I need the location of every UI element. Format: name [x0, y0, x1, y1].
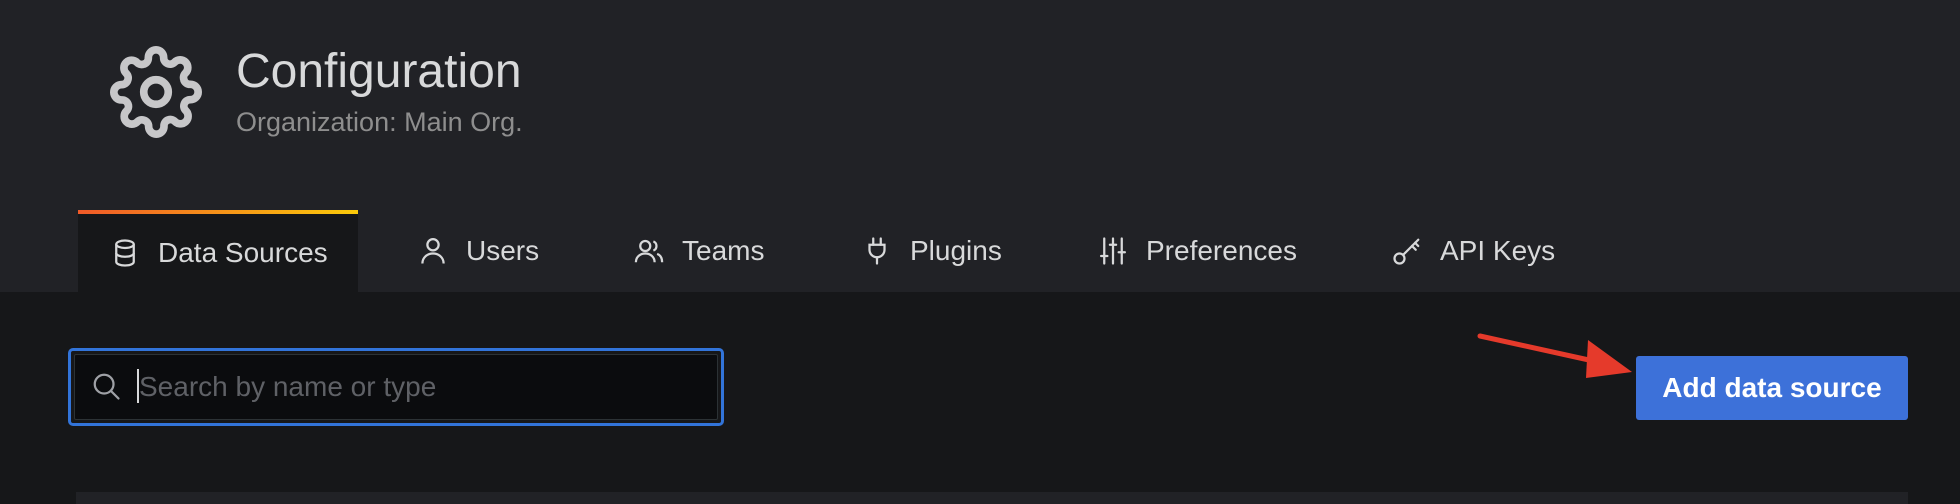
page-subtitle: Organization: Main Org.: [236, 107, 523, 137]
tab-label: Plugins: [910, 235, 1002, 266]
list-panel-edge: [76, 492, 1908, 504]
tab-label: Data Sources: [158, 236, 328, 268]
add-data-source-button[interactable]: Add data source: [1636, 356, 1908, 420]
users-icon: [634, 239, 664, 263]
page-title: Configuration: [236, 45, 522, 98]
sliders-icon: [1100, 237, 1126, 265]
user-icon: [421, 238, 445, 264]
annotation-arrow: [1477, 333, 1632, 378]
tab-teams[interactable]: Teams: [634, 210, 764, 292]
key-icon: [1393, 238, 1420, 265]
tab-label: Teams: [682, 235, 765, 266]
page: Configuration Organization: Main Org. Da…: [0, 0, 1960, 504]
tab-label: Preferences: [1146, 235, 1297, 266]
tab-bar: Data Sources Users Teams Plugins Prefere…: [0, 210, 1960, 292]
tab-label: Users: [466, 235, 540, 266]
search-input[interactable]: [139, 355, 699, 419]
search-field: [74, 354, 718, 420]
search-icon: [93, 373, 120, 400]
database-icon: [115, 238, 135, 267]
tab-data-sources[interactable]: Data Sources: [78, 210, 358, 292]
gear-icon: [110, 46, 202, 138]
tab-preferences[interactable]: Preferences: [1098, 210, 1297, 292]
tab-api-keys[interactable]: API Keys: [1392, 210, 1555, 292]
plug-icon: [868, 237, 886, 265]
tab-users[interactable]: Users: [418, 210, 539, 292]
tab-plugins[interactable]: Plugins: [862, 210, 1002, 292]
tab-label: API Keys: [1440, 235, 1556, 266]
search-box: [68, 348, 724, 426]
page-header: Configuration Organization: Main Org. Da…: [0, 0, 1960, 292]
